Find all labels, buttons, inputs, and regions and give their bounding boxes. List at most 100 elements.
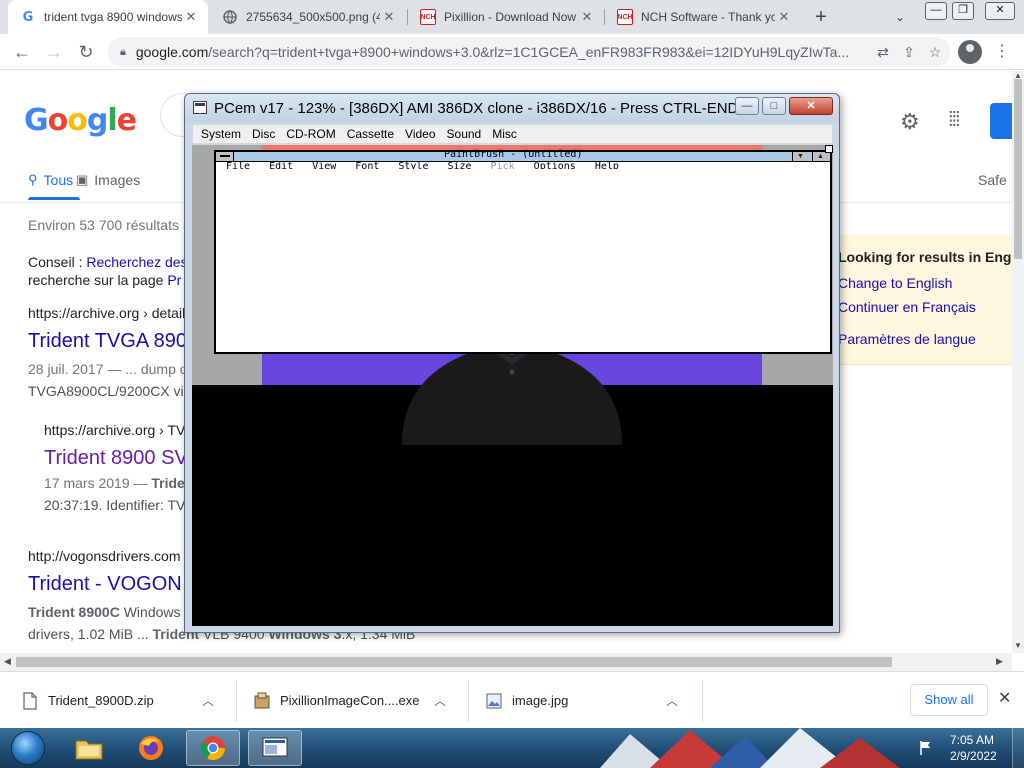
google-logo[interactable]: Google	[24, 103, 137, 138]
wallpaper-art	[600, 728, 900, 768]
address-bar[interactable]: 🔒︎ google.com/search?q=trident+tvga+8900…	[108, 37, 950, 67]
back-arrow-icon[interactable]: ←	[10, 40, 34, 64]
pb-menu-pick[interactable]: Pick	[491, 162, 515, 169]
translate-icon[interactable]: ⇄	[872, 41, 894, 63]
system-menu-icon[interactable]	[216, 152, 234, 161]
scroll-thumb[interactable]	[16, 657, 892, 667]
menu-system[interactable]: System	[201, 127, 241, 141]
chrome-taskbar-button[interactable]	[186, 730, 240, 766]
pb-menu-options[interactable]: Options	[534, 162, 576, 169]
menu-cdrom[interactable]: CD-ROM	[286, 127, 335, 141]
result-snippet: 20:37:19. Identifier: TV	[44, 497, 186, 513]
menu-sound[interactable]: Sound	[447, 127, 482, 141]
minimize-button[interactable]: —	[925, 2, 947, 20]
tab-search-button[interactable]: ⌄	[888, 4, 912, 30]
horizontal-scrollbar[interactable]: ◀ ▶	[0, 653, 1012, 671]
sign-in-button[interactable]	[990, 103, 1012, 139]
search-icon: ⚲	[28, 172, 38, 187]
language-settings-link[interactable]: Paramètres de langue	[838, 331, 976, 347]
nch-icon: NCH	[617, 9, 633, 25]
gear-icon[interactable]: ⚙	[900, 109, 920, 135]
explorer-taskbar-button[interactable]	[62, 730, 116, 766]
change-to-english-link[interactable]: Change to English	[838, 275, 952, 291]
firefox-taskbar-button[interactable]	[124, 730, 178, 766]
scroll-down-icon[interactable]: ▼	[1014, 641, 1022, 650]
download-item[interactable]: image.jpg ︿	[464, 672, 700, 729]
download-item[interactable]: PixillionImageCon....exe ︿	[232, 672, 468, 729]
close-icon[interactable]: ✕	[775, 9, 793, 25]
show-all-downloads-button[interactable]: Show all	[910, 684, 988, 716]
tab-images[interactable]: ▣ Images	[76, 172, 140, 188]
close-icon[interactable]: ✕	[380, 9, 398, 25]
clock-time[interactable]: 7:05 AM	[950, 733, 994, 747]
search-tip: Conseil : Recherchez des recherche sur l…	[28, 254, 188, 288]
tab-image[interactable]: 2755634_500x500.png (4... ✕	[210, 0, 406, 34]
continue-french-link[interactable]: Continuer en Français	[838, 299, 976, 315]
tip-link[interactable]: Recherchez des	[86, 254, 187, 270]
close-window-button[interactable]: ✕	[985, 2, 1015, 20]
pb-menu-font[interactable]: Font	[355, 162, 379, 169]
paintbrush-titlebar[interactable]: Paintbrush - (Untitled) ▼ ▲	[216, 149, 830, 162]
vertical-scrollbar[interactable]: ▲ ▼	[1012, 71, 1024, 653]
nch-icon: NCH	[420, 9, 436, 25]
forward-arrow-icon[interactable]: →	[42, 40, 66, 64]
pb-menu-view[interactable]: View	[312, 162, 336, 169]
pcem-titlebar[interactable]: PCem v17 - 123% - [386DX] AMI 386DX clon…	[185, 94, 839, 122]
result-title[interactable]: Trident - VOGON	[28, 573, 182, 596]
result-url[interactable]: https://archive.org › detail	[28, 305, 185, 321]
scroll-left-icon[interactable]: ◀	[4, 656, 11, 667]
share-icon[interactable]: ⇪	[898, 41, 920, 63]
pcem-close-button[interactable]: ✕	[789, 97, 833, 115]
pb-menu-file[interactable]: File	[226, 162, 250, 169]
start-button[interactable]	[4, 728, 52, 768]
pcem-minimize-button[interactable]: —	[735, 97, 759, 115]
menu-cassette[interactable]: Cassette	[347, 127, 394, 141]
menu-disc[interactable]: Disc	[252, 127, 275, 141]
close-icon[interactable]: ✕	[998, 688, 1011, 708]
close-icon[interactable]: ✕	[578, 9, 596, 25]
tab-all[interactable]: ⚲ Tous	[28, 172, 73, 188]
result-snippet: Trident 8900C Windows	[28, 604, 181, 620]
paintbrush-minimize-icon[interactable]: ▼	[792, 152, 808, 161]
pb-menu-size[interactable]: Size	[447, 162, 471, 169]
tab-pixillion[interactable]: NCH Pixillion - Download Now ✕	[408, 0, 604, 34]
safe-search-link[interactable]: Safe	[978, 172, 1007, 188]
menu-video[interactable]: Video	[405, 127, 435, 141]
close-icon[interactable]: ✕	[182, 9, 200, 25]
emulator-screen[interactable]: Paintbrush - (Untitled) ▼ ▲ File Edit Vi…	[192, 145, 833, 626]
scroll-thumb[interactable]	[1014, 79, 1022, 259]
menu-kebab-icon[interactable]: ⋮	[992, 40, 1012, 64]
chevron-up-icon[interactable]: ︿	[430, 692, 450, 709]
chevron-up-icon[interactable]: ︿	[662, 692, 682, 709]
pcem-maximize-button[interactable]: □	[762, 97, 786, 115]
pb-menu-help[interactable]: Help	[595, 162, 619, 169]
paintbrush-menubar: File Edit View Font Style Size Pick Opti…	[226, 162, 638, 169]
logo-letter: o	[47, 103, 69, 138]
download-filename: image.jpg	[512, 693, 569, 708]
download-divider	[702, 680, 703, 722]
result-title[interactable]: Trident TVGA 890	[28, 330, 187, 353]
apps-grid-icon[interactable]: ⁞⁞⁞	[948, 109, 961, 132]
pb-menu-edit[interactable]: Edit	[269, 162, 293, 169]
tab-nch-thankyou[interactable]: NCH NCH Software - Thank you ✕	[605, 0, 801, 34]
clock-date[interactable]: 2/9/2022	[950, 749, 997, 763]
bookmark-star-icon[interactable]: ☆	[924, 41, 946, 63]
profile-avatar-icon[interactable]	[958, 40, 982, 64]
tip-link-2[interactable]: Pr	[167, 272, 181, 288]
restore-button[interactable]: ❐	[952, 2, 974, 20]
scroll-right-icon[interactable]: ▶	[996, 656, 1003, 667]
action-center-flag-icon[interactable]	[918, 740, 934, 756]
download-item[interactable]: Trident_8900D.zip ︿	[0, 672, 236, 729]
result-title[interactable]: Trident 8900 SV	[44, 447, 188, 470]
result-url[interactable]: http://vogonsdrivers.com	[28, 548, 181, 564]
result-url[interactable]: https://archive.org › TV	[44, 422, 185, 438]
menu-misc[interactable]: Misc	[492, 127, 517, 141]
pcem-taskbar-button[interactable]	[248, 730, 302, 766]
show-desktop-button[interactable]	[1012, 728, 1024, 768]
new-tab-button[interactable]: +	[808, 4, 834, 30]
reload-icon[interactable]: ↻	[74, 40, 98, 64]
pb-menu-style[interactable]: Style	[398, 162, 428, 169]
tab-google-search[interactable]: G trident tvga 8900 windows 3.0 - Recher…	[8, 0, 208, 34]
paintbrush-maximize-icon[interactable]: ▲	[812, 152, 828, 161]
chevron-up-icon[interactable]: ︿	[198, 692, 218, 709]
